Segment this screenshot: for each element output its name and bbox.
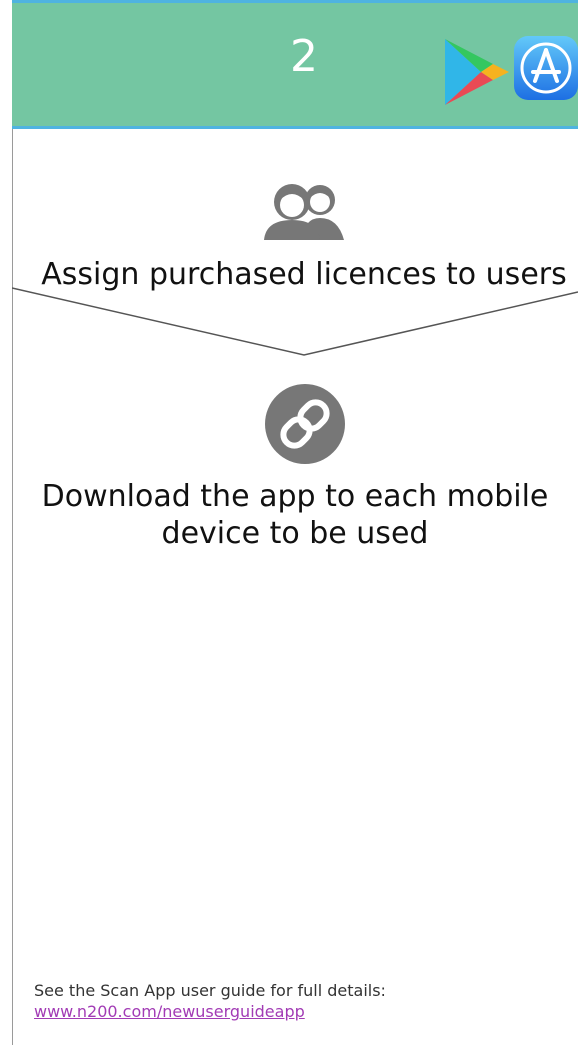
- page: 2 Assign purchased licences to users Dow…: [0, 0, 578, 1045]
- user-guide-link[interactable]: www.n200.com/newuserguideapp: [34, 1002, 305, 1021]
- step-number: 2: [290, 31, 318, 82]
- google-play-icon[interactable]: [441, 37, 511, 107]
- step-assign-licences: Assign purchased licences to users: [41, 257, 567, 292]
- app-store-icon[interactable]: [513, 35, 578, 101]
- users-icon: [264, 184, 344, 240]
- link-icon: [265, 384, 345, 464]
- footer-text: See the Scan App user guide for full det…: [34, 981, 386, 1000]
- step-download-app: Download the app to each mobile device t…: [41, 479, 549, 551]
- footer-note: See the Scan App user guide for full det…: [34, 980, 574, 1022]
